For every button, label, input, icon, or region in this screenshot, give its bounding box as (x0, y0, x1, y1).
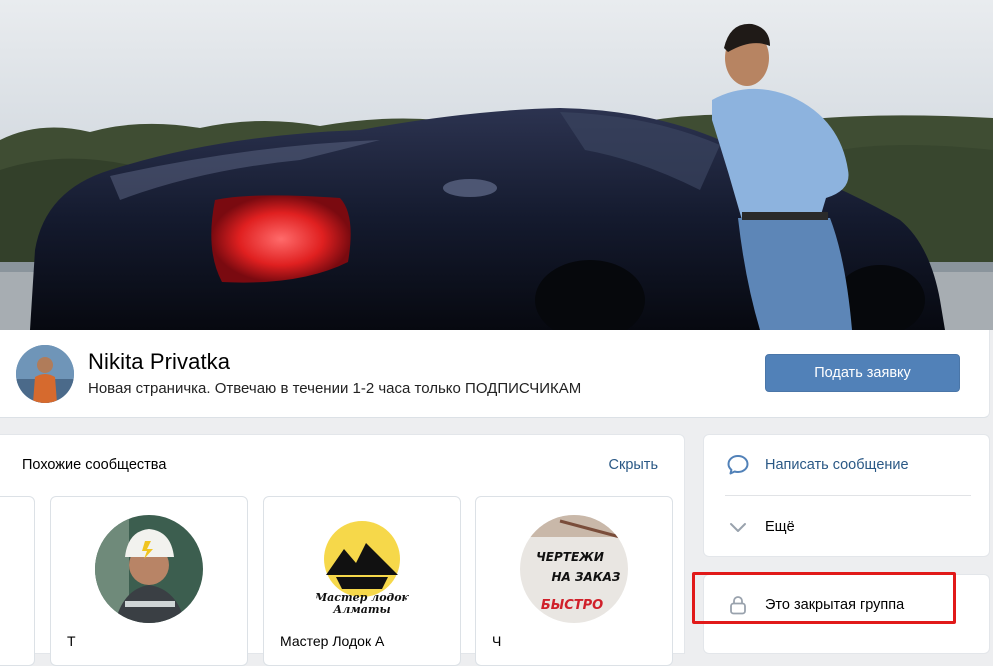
actions-card: Написать сообщение Ещё (703, 434, 990, 557)
closed-group-info: Это закрытая группа (704, 587, 989, 623)
blueprints-logo: ЧЕРТЕЖИ НА ЗАКАЗ БЫСТРО (520, 515, 628, 623)
divider (725, 495, 971, 496)
logo-text: БЫСТРО (541, 598, 603, 613)
group-avatar[interactable] (16, 345, 74, 403)
group-header: Nikita Privatka Новая страничка. Отвечаю… (0, 330, 990, 418)
cover-photo (0, 0, 993, 330)
closed-group-label: Это закрытая группа (765, 597, 905, 613)
community-name: Мастер Лодок А (280, 633, 385, 649)
write-message-button[interactable]: Написать сообщение (704, 445, 989, 485)
similar-title: Похожие сообщества (22, 457, 167, 473)
cover-image (0, 0, 993, 330)
lock-icon (726, 593, 750, 617)
closed-group-card: Это закрытая группа (703, 574, 990, 654)
hide-link[interactable]: Скрыть (609, 457, 659, 473)
message-bubble-icon (726, 453, 750, 477)
logo-text: Алматы (332, 603, 390, 616)
chevron-down-icon (726, 515, 750, 539)
logo-text: НА ЗАКАЗ (552, 570, 621, 584)
similar-communities: Похожие сообщества Скрыть Т Мастер лодок… (0, 434, 685, 666)
write-message-label: Написать сообщение (765, 457, 909, 473)
more-label: Ещё (765, 519, 795, 535)
more-button[interactable]: Ещё (704, 507, 989, 547)
worker-helmet-avatar (95, 515, 203, 623)
avatar-image (16, 345, 74, 403)
group-status: Новая страничка. Отвечаю в течении 1-2 ч… (88, 380, 582, 397)
logo-text: ЧЕРТЕЖИ (536, 550, 604, 564)
community-name: Ч (492, 633, 502, 649)
boat-master-logo: Мастер лодок Алматы (308, 515, 416, 623)
apply-button[interactable]: Подать заявку (765, 354, 960, 392)
community-name: Т (67, 633, 76, 649)
group-name: Nikita Privatka (88, 349, 231, 374)
